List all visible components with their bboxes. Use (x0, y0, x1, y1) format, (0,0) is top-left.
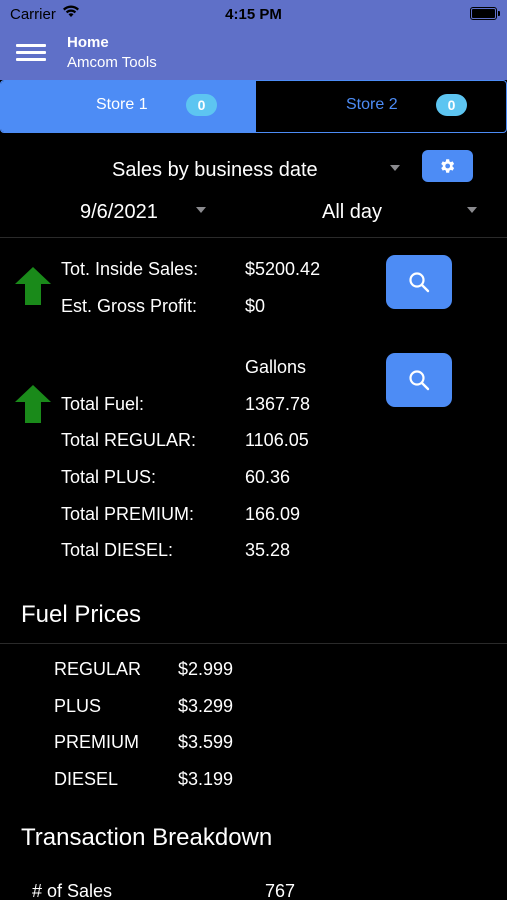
fuel-grade-label: Total DIESEL: (61, 540, 174, 560)
price-value: $3.199 (178, 769, 234, 789)
app-subtitle: Amcom Tools (67, 54, 157, 71)
price-value: $3.599 (178, 732, 234, 752)
chevron-down-icon (467, 207, 477, 213)
fuel-grade-label: Total PLUS: (61, 467, 157, 487)
trend-up-arrow-icon (15, 267, 51, 305)
divider (0, 237, 507, 238)
price-grade: PLUS (54, 696, 102, 716)
fuel-prices-title: Fuel Prices (21, 601, 142, 628)
settings-button[interactable] (422, 150, 473, 182)
inside-sales-value: $5200.42 (245, 259, 321, 279)
fuel-grade-gallons: 35.28 (245, 540, 291, 560)
gallons-header: Gallons (245, 357, 307, 377)
price-grade: REGULAR (54, 659, 142, 679)
chevron-down-icon (196, 207, 206, 213)
total-fuel-value: 1367.78 (245, 394, 311, 414)
clock: 4:15 PM (225, 6, 282, 23)
tab-badge: 0 (436, 94, 467, 116)
divider (0, 643, 507, 644)
navigation-bar: Home Amcom Tools (0, 28, 507, 80)
battery-icon (470, 7, 500, 20)
gross-profit-label: Est. Gross Profit: (61, 296, 198, 316)
chevron-down-icon (390, 165, 400, 171)
status-bar: Carrier 4:15 PM (0, 0, 507, 28)
transaction-breakdown-title: Transaction Breakdown (21, 824, 273, 851)
tab-store-1[interactable]: Store 1 0 (1, 81, 256, 132)
search-icon (409, 370, 430, 391)
fuel-grade-label: Total REGULAR: (61, 430, 197, 450)
hamburger-menu-icon[interactable] (16, 42, 46, 64)
price-value: $2.999 (178, 659, 234, 679)
sales-details-button[interactable] (386, 255, 452, 309)
fuel-grade-label: Total PREMIUM: (61, 504, 195, 524)
inside-sales-label: Tot. Inside Sales: (61, 259, 199, 279)
tab-badge: 0 (186, 94, 217, 116)
tab-label: Store 2 (346, 96, 398, 113)
price-grade: PREMIUM (54, 732, 139, 752)
store-tabs: Store 1 0 Store 2 0 (0, 80, 507, 133)
page-title: Home (67, 34, 109, 51)
time-period-select[interactable]: All day (322, 201, 382, 224)
trend-up-arrow-icon (15, 385, 51, 423)
transaction-label: # of Sales (32, 881, 113, 900)
price-value: $3.299 (178, 696, 234, 716)
fuel-grade-gallons: 1106.05 (245, 430, 309, 450)
gear-icon (441, 159, 455, 173)
business-date-select[interactable]: 9/6/2021 (80, 201, 158, 224)
fuel-details-button[interactable] (386, 353, 452, 407)
tab-store-2[interactable]: Store 2 0 (256, 81, 506, 132)
fuel-grade-gallons: 166.09 (245, 504, 301, 524)
report-type-select[interactable]: Sales by business date (112, 159, 318, 182)
fuel-grade-gallons: 60.36 (245, 467, 291, 487)
total-fuel-label: Total Fuel: (61, 394, 145, 414)
tab-label: Store 1 (96, 96, 148, 113)
transaction-value: 767 (265, 881, 296, 900)
price-grade: DIESEL (54, 769, 119, 789)
gross-profit-value: $0 (245, 296, 266, 316)
search-icon (409, 272, 430, 293)
